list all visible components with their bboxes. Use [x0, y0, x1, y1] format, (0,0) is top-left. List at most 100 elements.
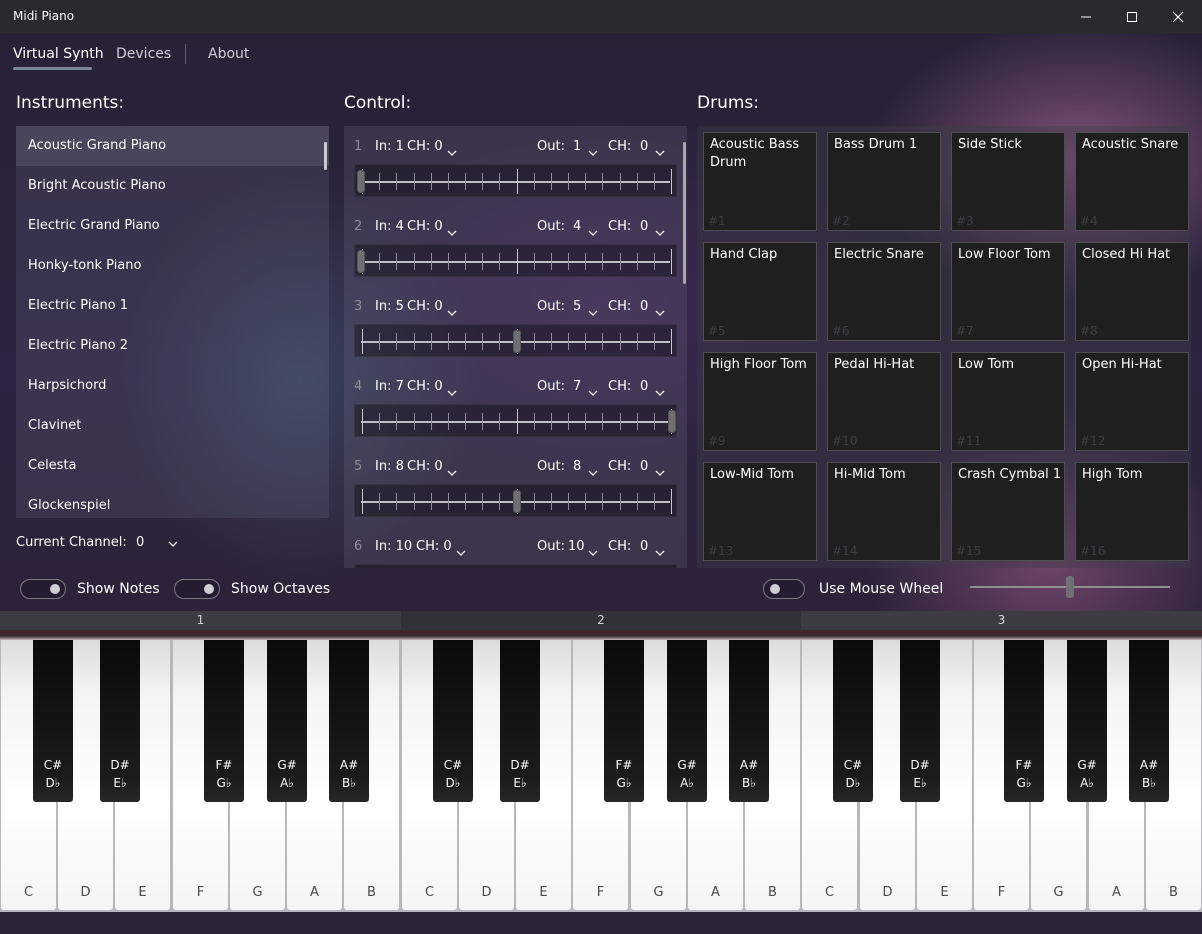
input-port-label[interactable]: In: 10 [375, 539, 412, 554]
output-channel-select[interactable]: 0 [640, 219, 648, 234]
drum-pad[interactable]: Electric Snare #6 [827, 242, 941, 341]
input-channel-select[interactable]: CH: 0 [407, 219, 443, 234]
output-channel-select[interactable]: 0 [640, 379, 648, 394]
drum-pad[interactable]: Acoustic Snare #4 [1075, 132, 1189, 231]
drum-pad[interactable]: Pedal Hi-Hat #10 [827, 352, 941, 451]
tab-about[interactable]: About [208, 46, 249, 62]
chevron-down-icon[interactable] [446, 388, 458, 398]
instrument-list-item[interactable]: Harpsichord [16, 366, 329, 406]
control-slider[interactable] [354, 324, 677, 357]
output-channel-select[interactable]: 0 [640, 299, 648, 314]
black-key[interactable]: F# G♭ [604, 640, 644, 802]
chevron-down-icon[interactable] [587, 148, 599, 158]
drum-pad[interactable]: Hi-Mid Tom #14 [827, 462, 941, 561]
instrument-list-item[interactable]: Bright Acoustic Piano [16, 166, 329, 206]
current-channel-select[interactable]: 0 [136, 535, 144, 550]
drum-pad[interactable]: Bass Drum 1 #2 [827, 132, 941, 231]
instrument-list-item[interactable]: Honky-tonk Piano [16, 246, 329, 286]
input-port-label[interactable]: In: 4 [375, 219, 404, 234]
instrument-list-scrollbar[interactable] [324, 142, 327, 170]
black-key[interactable]: D# E♭ [900, 640, 940, 802]
slider-thumb[interactable] [513, 330, 521, 353]
input-port-label[interactable]: In: 5 [375, 299, 404, 314]
maximize-button[interactable] [1109, 0, 1155, 33]
input-port-label[interactable]: In: 1 [375, 139, 404, 154]
chevron-down-icon[interactable] [446, 228, 458, 238]
control-slider[interactable] [354, 164, 677, 197]
chevron-down-icon[interactable] [654, 148, 666, 158]
tab-virtual-synth[interactable]: Virtual Synth [13, 46, 104, 62]
input-channel-select[interactable]: CH: 0 [407, 139, 443, 154]
chevron-down-icon[interactable] [167, 539, 179, 549]
instrument-list-item[interactable]: Electric Piano 2 [16, 326, 329, 366]
control-slider[interactable] [354, 404, 677, 437]
drum-pad[interactable]: Low Floor Tom #7 [951, 242, 1065, 341]
input-channel-select[interactable]: CH: 0 [416, 539, 452, 554]
chevron-down-icon[interactable] [587, 308, 599, 318]
drum-pad[interactable]: Low-Mid Tom #13 [703, 462, 817, 561]
drum-pad[interactable]: Side Stick #3 [951, 132, 1065, 231]
chevron-down-icon[interactable] [455, 548, 467, 558]
instrument-list-item[interactable]: Clavinet [16, 406, 329, 446]
chevron-down-icon[interactable] [654, 468, 666, 478]
chevron-down-icon[interactable] [587, 468, 599, 478]
drum-pad[interactable]: Crash Cymbal 1 #15 [951, 462, 1065, 561]
minimize-button[interactable] [1063, 0, 1109, 33]
drum-pad[interactable]: Hand Clap #5 [703, 242, 817, 341]
drum-pad[interactable]: Low Tom #11 [951, 352, 1065, 451]
black-key[interactable]: A# B♭ [1129, 640, 1169, 802]
tab-devices[interactable]: Devices [116, 46, 171, 62]
chevron-down-icon[interactable] [654, 388, 666, 398]
output-channel-select[interactable]: 0 [640, 459, 648, 474]
black-key[interactable]: F# G♭ [204, 640, 244, 802]
input-channel-select[interactable]: CH: 0 [407, 459, 443, 474]
chevron-down-icon[interactable] [587, 388, 599, 398]
chevron-down-icon[interactable] [446, 468, 458, 478]
output-port-select[interactable]: 5 [573, 299, 581, 314]
black-key[interactable]: F# G♭ [1004, 640, 1044, 802]
black-key[interactable]: G# A♭ [1067, 640, 1107, 802]
instrument-list-item[interactable]: Electric Piano 1 [16, 286, 329, 326]
black-key[interactable]: D# E♭ [500, 640, 540, 802]
show-notes-toggle[interactable] [20, 579, 66, 599]
chevron-down-icon[interactable] [587, 228, 599, 238]
chevron-down-icon[interactable] [654, 228, 666, 238]
black-key[interactable]: C# D♭ [833, 640, 873, 802]
instrument-list-item[interactable]: Celesta [16, 446, 329, 486]
close-button[interactable] [1155, 0, 1201, 33]
black-key[interactable]: C# D♭ [433, 640, 473, 802]
drum-pad[interactable]: Closed Hi Hat #8 [1075, 242, 1189, 341]
output-port-select[interactable]: 8 [573, 459, 581, 474]
black-key[interactable]: A# B♭ [729, 640, 769, 802]
black-key[interactable]: G# A♭ [267, 640, 307, 802]
instrument-list-item[interactable]: Acoustic Grand Piano [16, 126, 329, 166]
output-channel-select[interactable]: 0 [640, 139, 648, 154]
slider-thumb[interactable] [357, 250, 365, 273]
output-port-select[interactable]: 7 [573, 379, 581, 394]
output-port-select[interactable]: 1 [573, 139, 581, 154]
chevron-down-icon[interactable] [587, 548, 599, 558]
black-key[interactable]: A# B♭ [329, 640, 369, 802]
input-port-label[interactable]: In: 8 [375, 459, 404, 474]
instrument-list-item[interactable]: Glockenspiel [16, 486, 329, 518]
control-slider[interactable] [354, 564, 677, 568]
control-slider[interactable] [354, 484, 677, 517]
instrument-list-item[interactable]: Electric Grand Piano [16, 206, 329, 246]
output-port-select[interactable]: 10 [568, 539, 585, 554]
instrument-list[interactable]: Glockenspiel Celesta Clavinet Harpsichord El… [16, 126, 329, 518]
input-port-label[interactable]: In: 7 [375, 379, 404, 394]
slider-thumb[interactable] [668, 410, 676, 433]
show-octaves-toggle[interactable] [174, 579, 220, 599]
chevron-down-icon[interactable] [446, 148, 458, 158]
slider-thumb[interactable] [357, 170, 365, 193]
black-key[interactable]: D# E♭ [100, 640, 140, 802]
black-key[interactable]: G# A♭ [667, 640, 707, 802]
drum-pad[interactable]: High Floor Tom #9 [703, 352, 817, 451]
control-panel-scrollbar[interactable] [683, 142, 686, 284]
black-key[interactable]: C# D♭ [33, 640, 73, 802]
drum-pad[interactable]: High Tom #16 [1075, 462, 1189, 561]
use-mouse-wheel-toggle[interactable] [763, 579, 805, 599]
input-channel-select[interactable]: CH: 0 [407, 379, 443, 394]
slider-thumb[interactable] [513, 490, 521, 513]
chevron-down-icon[interactable] [446, 308, 458, 318]
